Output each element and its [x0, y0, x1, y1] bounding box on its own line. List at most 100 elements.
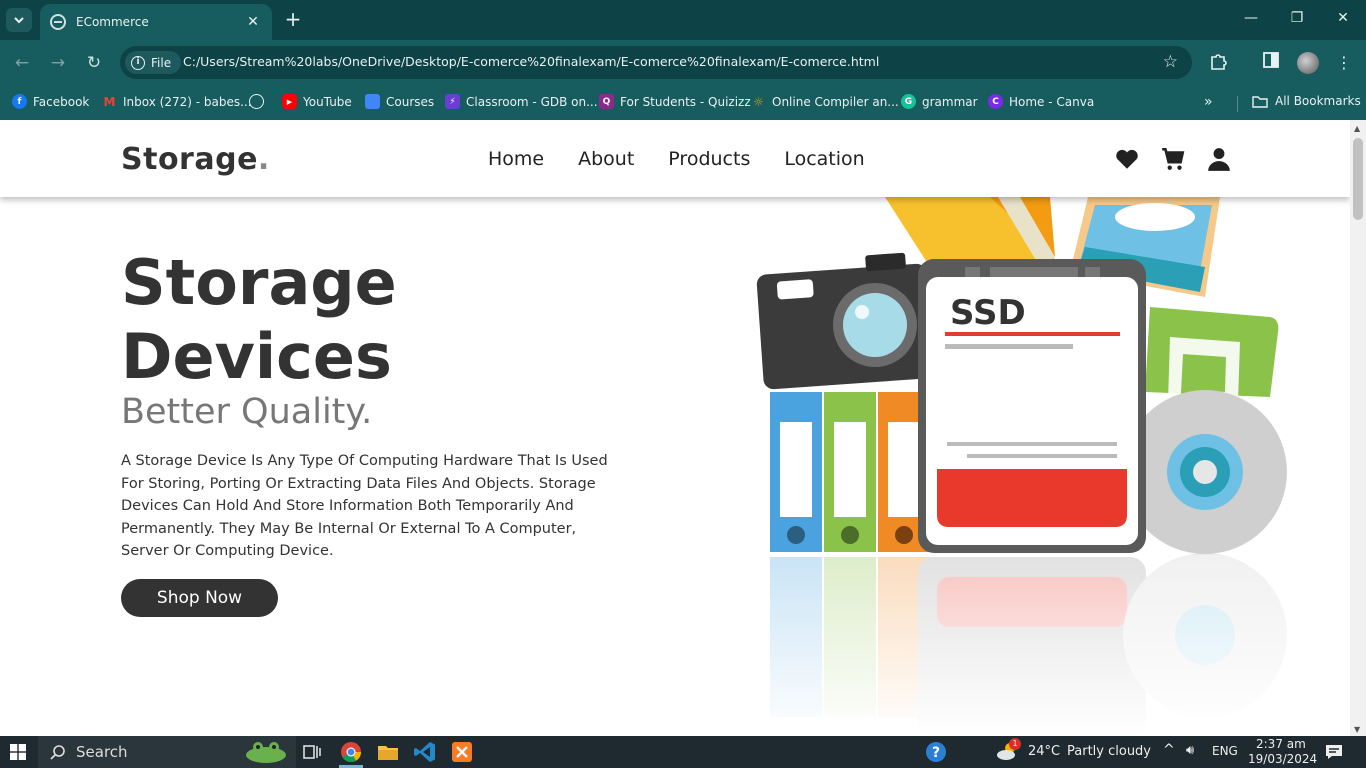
extensions-icon[interactable] [1207, 52, 1229, 74]
bookmark-label: Online Compiler an... [772, 94, 899, 109]
weather-badge: 1 [1009, 738, 1021, 750]
bookmark-label: YouTube [303, 94, 352, 109]
all-bookmarks-label: All Bookmarks [1275, 94, 1361, 108]
bookmark-quizizz[interactable]: Q For Students - Quizizz [599, 94, 751, 109]
tab-search-button[interactable] [6, 8, 32, 32]
bookmark-gdb[interactable]: ⚡ Classroom - GDB on... [445, 94, 598, 109]
frog-icon [246, 742, 286, 763]
facebook-icon: f [12, 94, 27, 109]
bookmark-label: Classroom - GDB on... [466, 94, 598, 109]
close-window-button[interactable]: ✕ [1333, 10, 1353, 26]
vscode-icon[interactable] [413, 740, 437, 764]
weather-desc[interactable]: Partly cloudy [1067, 744, 1151, 759]
bookmark-star-icon[interactable]: ☆ [1163, 52, 1178, 72]
user-icon[interactable] [1206, 146, 1232, 172]
browser-toolbar: ← → ↻ i File C:/Users/Stream%20labs/OneD… [0, 40, 1366, 86]
globe-icon [249, 94, 264, 109]
back-button[interactable]: ← [11, 52, 33, 74]
folder-icon [1252, 95, 1268, 108]
bookmark-grammar[interactable]: G grammar [901, 94, 978, 109]
shop-now-button[interactable]: Shop Now [121, 579, 278, 617]
windows-start-icon[interactable] [10, 744, 26, 760]
task-view-icon[interactable] [300, 740, 324, 764]
bookmarks-bar: f Facebook M Inbox (272) - babes... ▶ Yo… [0, 86, 1366, 120]
bookmark-label: For Students - Quizizz [620, 94, 751, 109]
forward-button[interactable]: → [47, 52, 69, 74]
nav-location[interactable]: Location [784, 148, 864, 170]
bookmark-label: Home - Canva [1009, 94, 1095, 109]
bookmark-compiler[interactable]: ☼ Online Compiler an... [751, 94, 899, 109]
nav-products[interactable]: Products [668, 148, 750, 170]
chrome-icon[interactable] [339, 740, 363, 764]
browser-tab[interactable]: ECommerce ✕ [40, 4, 272, 40]
new-tab-button[interactable]: + [283, 9, 303, 29]
bookmark-courses[interactable]: Courses [365, 94, 434, 109]
minimize-button[interactable]: — [1241, 10, 1261, 26]
compiler-icon: ☼ [753, 94, 764, 109]
tab-title: ECommerce [76, 15, 149, 29]
main-nav: Home About Products Location [488, 148, 865, 170]
globe-icon [50, 14, 66, 30]
gdb-icon: ⚡ [445, 94, 460, 109]
clock-time[interactable]: 2:37 am [1256, 737, 1306, 751]
site-info-chip[interactable]: i File [125, 51, 182, 74]
heart-icon[interactable] [1114, 146, 1140, 172]
hero-description: A Storage Device Is Any Type Of Computin… [121, 453, 608, 559]
scroll-down-icon[interactable]: ▼ [1354, 725, 1360, 734]
weather-temp[interactable]: 24°C [1028, 744, 1060, 759]
help-icon[interactable]: ? [924, 740, 948, 764]
bookmark-label: Facebook [33, 94, 90, 109]
hero-subtitle: Better Quality. [121, 392, 373, 432]
bookmark-facebook[interactable]: f Facebook [12, 94, 89, 109]
bookmarks-divider [1237, 96, 1238, 112]
more-bookmarks-icon[interactable]: » [1204, 94, 1213, 110]
bookmark-label: grammar [922, 94, 978, 109]
language-indicator[interactable]: ENG [1212, 744, 1238, 758]
header-icons [1114, 146, 1232, 172]
profile-avatar[interactable] [1297, 52, 1319, 74]
hero-title: Storage Devices [121, 246, 397, 394]
url-text[interactable]: C:/Users/Stream%20labs/OneDrive/Desktop/… [183, 54, 879, 69]
nav-home[interactable]: Home [488, 148, 544, 170]
bookmark-label: Courses [386, 94, 435, 109]
all-bookmarks-folder[interactable]: All Bookmarks [1252, 94, 1361, 108]
taskbar-search[interactable]: Search [38, 736, 296, 768]
menu-kebab-icon[interactable]: ⋮ [1333, 52, 1355, 74]
bookmark-youtube[interactable]: ▶ YouTube [282, 94, 352, 109]
scroll-up-icon[interactable]: ▲ [1354, 124, 1360, 133]
canva-icon: C [988, 94, 1003, 109]
notifications-icon[interactable] [1322, 740, 1346, 764]
bookmark-globe[interactable] [249, 94, 270, 109]
clock-date[interactable]: 19/03/2024 [1248, 752, 1317, 766]
ssd-label: SSD [950, 293, 1026, 333]
hero-title-line2: Devices [121, 320, 392, 393]
info-icon: i [131, 55, 145, 70]
classroom-icon [365, 94, 380, 109]
address-bar[interactable]: i File C:/Users/Stream%20labs/OneDrive/D… [120, 46, 1192, 79]
side-panel-icon[interactable] [1260, 52, 1282, 74]
page-viewport: Storage. Home About Products Location St… [0, 120, 1350, 736]
scrollbar-thumb[interactable] [1353, 138, 1363, 220]
storage-devices-illustration: SSD [750, 197, 1310, 736]
svg-text:?: ? [932, 745, 940, 761]
file-explorer-icon[interactable] [376, 740, 400, 764]
reload-button[interactable]: ↻ [83, 52, 105, 74]
xampp-icon[interactable] [450, 740, 474, 764]
bookmark-gmail[interactable]: M Inbox (272) - babes... [102, 94, 252, 109]
cart-icon[interactable] [1160, 146, 1186, 172]
site-header: Storage. Home About Products Location [0, 120, 1350, 197]
nav-about[interactable]: About [578, 148, 634, 170]
tray-overflow-icon[interactable]: ^ [1163, 742, 1175, 758]
bookmark-label: Inbox (272) - babes... [123, 94, 252, 109]
site-logo[interactable]: Storage. [121, 142, 270, 177]
restore-button[interactable]: ❐ [1287, 10, 1307, 26]
page-scrollbar[interactable]: ▲ ▼ [1350, 120, 1366, 736]
windows-taskbar: Search ? 1 24°C Partly cloudy ^ 🔊︎ ENG 2… [0, 736, 1366, 768]
volume-icon[interactable]: 🔊︎ [1186, 743, 1194, 758]
browser-titlebar: ECommerce ✕ + — ❐ ✕ [0, 0, 1366, 40]
close-tab-icon[interactable]: ✕ [244, 14, 262, 30]
quizizz-icon: Q [599, 94, 614, 109]
gmail-icon: M [103, 94, 116, 109]
bookmark-canva[interactable]: C Home - Canva [988, 94, 1094, 109]
search-label: Search [76, 743, 128, 761]
